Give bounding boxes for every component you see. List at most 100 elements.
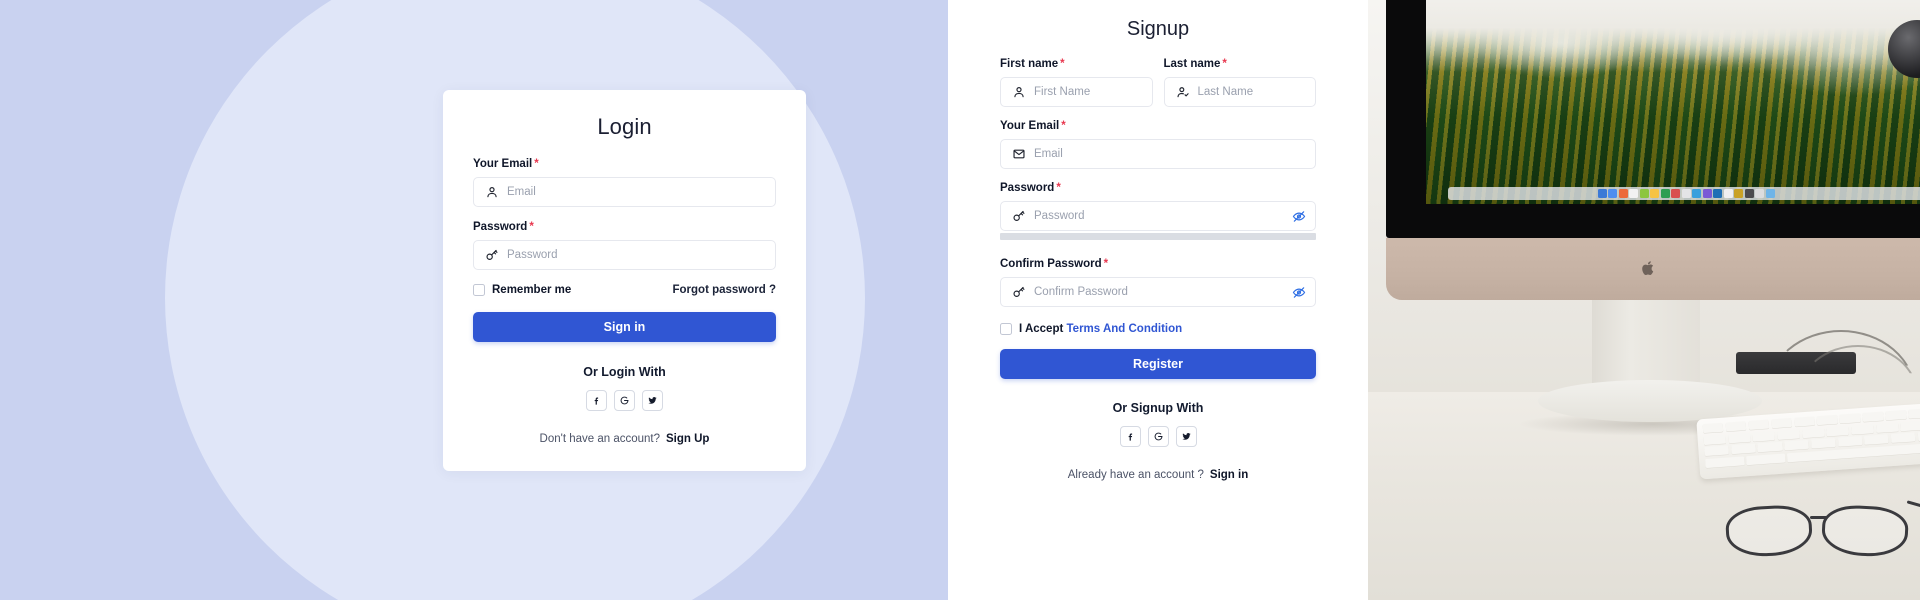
google-icon[interactable] <box>614 390 635 411</box>
remember-me-label: Remember me <box>492 284 572 296</box>
signup-password-label-text: Password <box>1000 182 1055 194</box>
signup-last-name-field: Last name * <box>1163 58 1317 107</box>
remember-me-checkbox[interactable] <box>473 284 485 296</box>
signup-first-name-field: First name * <box>1000 58 1153 107</box>
twitter-icon[interactable] <box>1175 426 1197 447</box>
dock-icon <box>1692 189 1701 198</box>
key <box>1725 421 1747 432</box>
login-email-input-wrap[interactable] <box>473 177 776 207</box>
key <box>1702 422 1724 434</box>
sign-in-link[interactable]: Sign in <box>1210 469 1248 481</box>
imac-stand-foot <box>1538 380 1762 422</box>
facebook-icon[interactable] <box>586 390 607 411</box>
login-title: Login <box>597 114 652 139</box>
dock-icon <box>1702 189 1712 198</box>
signup-name-row: First name* Last name* <box>1000 58 1316 107</box>
key <box>1864 434 1889 445</box>
google-icon[interactable] <box>1147 426 1169 447</box>
key <box>1801 427 1825 438</box>
login-footer-text: Don't have an account? <box>539 433 661 445</box>
signup-last-name-input[interactable] <box>1197 78 1305 106</box>
key <box>1705 455 1745 468</box>
key <box>1900 420 1920 431</box>
signup-confirm-password-input-wrap[interactable] <box>1000 277 1316 307</box>
key <box>1839 413 1861 424</box>
imac-bezel <box>1386 0 1920 238</box>
dock-icon <box>1755 189 1764 198</box>
key-icon <box>1011 208 1027 224</box>
eye-off-icon[interactable] <box>1291 209 1306 224</box>
key <box>1826 425 1850 437</box>
login-or-label: Or Login With <box>583 365 666 379</box>
dock-icon <box>1723 189 1733 198</box>
login-password-input-wrap[interactable] <box>473 240 776 270</box>
key <box>1704 445 1730 457</box>
signup-confirm-password-label-text: Confirm Password <box>1000 258 1102 270</box>
twitter-icon[interactable] <box>642 390 663 411</box>
imac-screen <box>1426 0 1920 204</box>
signup-email-input-wrap[interactable] <box>1000 139 1316 169</box>
dock-icon <box>1629 189 1638 198</box>
forest-fog <box>1426 0 1920 72</box>
key <box>1908 408 1920 419</box>
dock-icon <box>1650 189 1659 198</box>
envelope-icon <box>1011 146 1027 162</box>
signup-last-name-input-wrap[interactable] <box>1163 77 1316 107</box>
dock-icon <box>1608 189 1617 198</box>
login-password-label: Password * <box>473 221 776 233</box>
login-email-input[interactable] <box>507 178 765 206</box>
signup-confirm-password-field: Confirm Password * <box>1000 258 1316 307</box>
key <box>1875 422 1899 433</box>
signup-first-name-input-wrap[interactable] <box>1000 77 1153 107</box>
login-password-field: Password * <box>473 221 776 270</box>
facebook-icon[interactable] <box>1119 426 1141 447</box>
key-icon <box>1011 284 1027 300</box>
glasses-temple <box>1906 500 1920 519</box>
key <box>1851 423 1874 435</box>
signup-email-label-text: Your Email <box>1000 120 1060 132</box>
imac-stand-neck <box>1592 300 1700 392</box>
login-card: Login Your Email* Password* <box>443 90 806 471</box>
login-social-row <box>473 390 776 411</box>
key <box>1748 419 1770 430</box>
key <box>1816 414 1838 426</box>
signup-password-input-wrap[interactable] <box>1000 201 1316 231</box>
terms-and-condition-link[interactable]: Terms And Condition <box>1067 323 1183 335</box>
sign-up-link[interactable]: Sign Up <box>666 433 709 445</box>
register-button[interactable]: Register <box>1000 349 1316 379</box>
key <box>1752 430 1776 442</box>
signup-last-name-label: Last name * <box>1164 58 1317 70</box>
dock-icon <box>1744 189 1754 198</box>
login-password-input[interactable] <box>507 241 765 269</box>
signup-password-input[interactable] <box>1034 202 1305 230</box>
key <box>1703 434 1727 445</box>
forgot-password-link[interactable]: Forgot password ? <box>673 284 777 296</box>
key <box>1890 432 1916 444</box>
key <box>1793 416 1815 427</box>
key <box>1745 453 1785 465</box>
dock-icon <box>1639 189 1649 198</box>
login-email-field: Your Email * <box>473 158 776 207</box>
signup-footer-text: Already have an account ? <box>1067 469 1204 481</box>
terms-row[interactable]: I Accept Terms And Condition <box>1000 323 1316 335</box>
user-icon <box>484 184 500 200</box>
key <box>1757 441 1783 453</box>
glasses-lens-right <box>1820 503 1910 559</box>
login-panel: Login Your Email* Password* <box>0 0 948 600</box>
sign-in-button[interactable]: Sign in <box>473 312 776 342</box>
signup-first-name-label: First name * <box>1000 58 1153 70</box>
eye-off-icon[interactable] <box>1291 285 1306 300</box>
signup-last-name-label-text: Last name <box>1163 58 1221 70</box>
dock-icon <box>1765 189 1775 198</box>
required-asterisk: * <box>529 221 534 233</box>
terms-checkbox[interactable] <box>1000 323 1012 335</box>
signup-confirm-password-input[interactable] <box>1034 278 1305 306</box>
signup-confirm-password-label: Confirm Password * <box>1000 258 1316 270</box>
required-asterisk: * <box>1222 58 1227 70</box>
signup-first-name-input[interactable] <box>1034 78 1142 106</box>
signup-email-input[interactable] <box>1034 140 1305 168</box>
key <box>1777 428 1800 440</box>
remember-me-row[interactable]: Remember me <box>473 284 571 296</box>
required-asterisk: * <box>1103 258 1109 270</box>
login-options-row: Remember me Forgot password ? <box>473 284 776 296</box>
